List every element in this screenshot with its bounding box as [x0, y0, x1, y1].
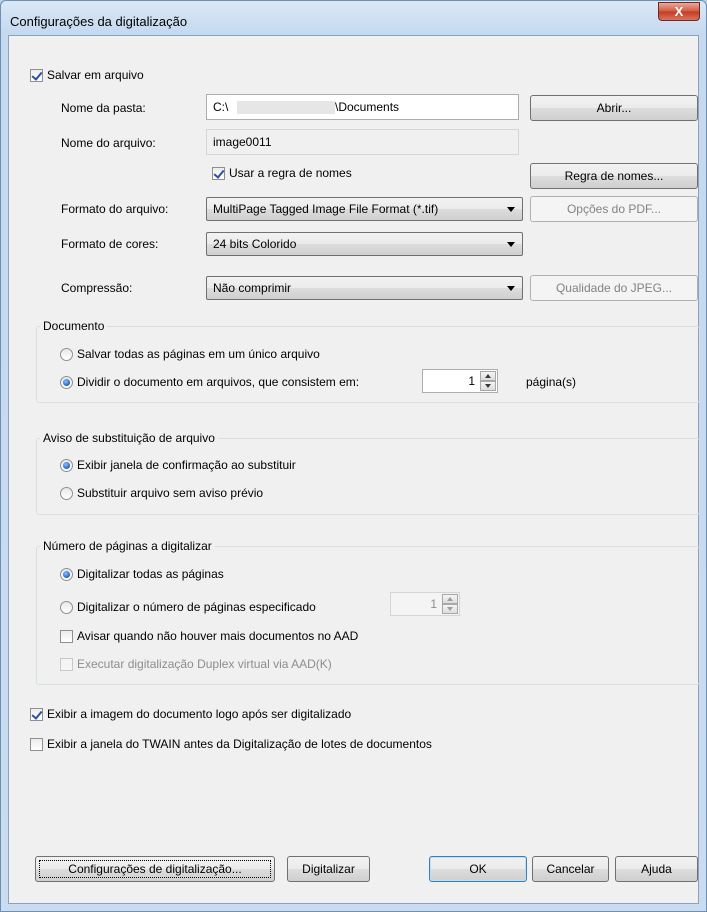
document-group [36, 326, 700, 403]
arrow-down-icon[interactable] [442, 604, 458, 614]
arrow-up-icon[interactable] [442, 594, 458, 604]
save-single-file-label[interactable]: Salvar todas as páginas em um único arqu… [77, 347, 320, 361]
stepper-arrows[interactable] [442, 594, 458, 614]
warn-no-documents-checkbox[interactable] [60, 630, 73, 643]
close-icon: X [674, 4, 684, 19]
scan-specified-pages-radio[interactable] [60, 601, 73, 614]
chevron-down-icon [507, 207, 515, 212]
file-name-label: Nome do arquivo: [61, 136, 156, 150]
file-format-label: Formato do arquivo: [61, 202, 169, 216]
confirm-overwrite-radio[interactable] [60, 459, 73, 472]
compression-dropdown[interactable]: Não comprimir [206, 276, 523, 300]
show-twain-checkbox[interactable] [30, 738, 43, 751]
file-format-value: MultiPage Tagged Image File Format (*.ti… [213, 202, 439, 216]
folder-path-prefix: C:\ [213, 100, 229, 114]
save-to-file-checkbox[interactable] [30, 69, 43, 82]
pages-to-scan-group-title: Número de páginas a digitalizar [40, 539, 215, 553]
use-naming-rule-checkbox[interactable] [212, 167, 225, 180]
folder-path-suffix: \Documents [335, 100, 400, 114]
color-format-dropdown[interactable]: 24 bits Colorido [206, 232, 523, 256]
scan-settings-button[interactable]: Configurações de digitalização... [35, 856, 275, 882]
overwrite-group-title: Aviso de substituição de arquivo [40, 431, 218, 445]
duplex-virtual-checkbox[interactable] [60, 658, 73, 671]
split-document-label[interactable]: Dividir o documento em arquivos, que con… [77, 375, 359, 389]
color-format-value: 24 bits Colorido [213, 237, 297, 251]
show-image-label[interactable]: Exibir a imagem do documento logo após s… [47, 707, 351, 721]
file-format-dropdown[interactable]: MultiPage Tagged Image File Format (*.ti… [206, 197, 523, 221]
scan-specified-pages-label[interactable]: Digitalizar o número de páginas especifi… [77, 600, 316, 614]
naming-rule-button[interactable]: Regra de nomes... [530, 163, 698, 189]
folder-name-label: Nome da pasta: [61, 101, 146, 115]
dialog-client-area: Salvar em arquivo Nome da pasta: C:\ \Do… [8, 35, 700, 904]
overwrite-group [36, 438, 700, 515]
use-naming-rule-label[interactable]: Usar a regra de nomes [229, 166, 352, 180]
save-single-file-radio[interactable] [60, 348, 73, 361]
stepper-arrows[interactable] [480, 371, 496, 391]
confirm-overwrite-label[interactable]: Exibir janela de confirmação ao substitu… [77, 458, 296, 472]
dialog-window: Configurações da digitalização X Salvar … [0, 0, 707, 912]
replace-without-warning-label[interactable]: Substituir arquivo sem aviso prévio [77, 486, 263, 500]
scan-all-pages-label[interactable]: Digitalizar todas as páginas [77, 567, 224, 581]
document-group-title: Documento [40, 319, 108, 333]
redacted-username [237, 101, 335, 114]
compression-value: Não comprimir [213, 281, 292, 295]
focus-rect [39, 860, 271, 878]
open-folder-button[interactable]: Abrir... [530, 95, 698, 121]
scan-button[interactable]: Digitalizar [287, 856, 370, 882]
duplex-virtual-label[interactable]: Executar digitalização Duplex virtual vi… [77, 657, 332, 671]
warn-no-documents-label[interactable]: Avisar quando não houver mais documentos… [77, 629, 358, 643]
cancel-button[interactable]: Cancelar [532, 856, 609, 882]
specified-pages-stepper[interactable]: 1 [390, 592, 460, 616]
title-bar[interactable]: Configurações da digitalização X [1, 1, 706, 35]
scan-all-pages-radio[interactable] [60, 568, 73, 581]
jpeg-quality-button[interactable]: Qualidade do JPEG... [530, 275, 698, 301]
close-button[interactable]: X [658, 2, 700, 21]
split-document-radio[interactable] [60, 376, 73, 389]
show-image-checkbox[interactable] [30, 708, 43, 721]
save-to-file-label[interactable]: Salvar em arquivo [47, 68, 144, 82]
show-twain-label[interactable]: Exibir a janela do TWAIN antes da Digita… [47, 737, 432, 751]
chevron-down-icon [507, 242, 515, 247]
help-button[interactable]: Ajuda [615, 856, 698, 882]
pages-per-file-stepper[interactable]: 1 [422, 369, 498, 393]
ok-button[interactable]: OK [429, 856, 527, 882]
file-name-input[interactable]: image0011 [206, 129, 519, 155]
replace-without-warning-radio[interactable] [60, 487, 73, 500]
compression-label: Compressão: [61, 281, 133, 295]
pages-unit-label: página(s) [526, 375, 577, 389]
specified-pages-value: 1 [430, 597, 437, 611]
pdf-options-button[interactable]: Opções do PDF... [530, 196, 698, 222]
window-title: Configurações da digitalização [10, 14, 188, 29]
chevron-down-icon [507, 286, 515, 291]
folder-path-input[interactable]: C:\ \Documents [206, 94, 519, 120]
color-format-label: Formato de cores: [61, 237, 159, 251]
pages-per-file-value: 1 [468, 374, 475, 388]
arrow-up-icon[interactable] [480, 371, 496, 381]
arrow-down-icon[interactable] [480, 381, 496, 391]
